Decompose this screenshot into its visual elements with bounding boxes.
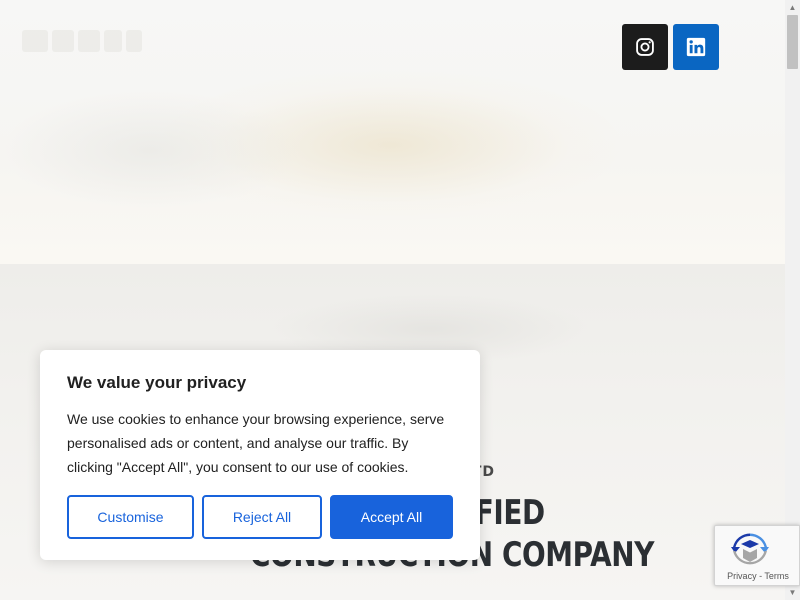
accept-all-button[interactable]: Accept All [330, 495, 453, 539]
customise-button[interactable]: Customise [67, 495, 194, 539]
instagram-icon [636, 38, 654, 56]
recaptcha-icon [731, 533, 769, 565]
linkedin-link[interactable] [673, 24, 719, 70]
scrollbar-thumb[interactable] [787, 15, 798, 69]
recaptcha-terms-link[interactable]: Terms [764, 571, 789, 581]
instagram-link[interactable] [622, 24, 668, 70]
reject-all-button[interactable]: Reject All [202, 495, 322, 539]
linkedin-icon [686, 37, 706, 57]
cookie-dialog-description: We use cookies to enhance your browsing … [67, 411, 445, 475]
hero-background-haze-left [0, 90, 300, 210]
site-logo[interactable] [22, 30, 142, 52]
scroll-up-arrow-icon[interactable]: ▲ [785, 0, 800, 15]
recaptcha-links: Privacy - Terms [715, 571, 800, 581]
page-scrollbar[interactable]: ▲ ▼ [785, 0, 800, 600]
cookie-consent-dialog: We value your privacy We use cookies to … [40, 350, 480, 560]
page: TD ALIFIED CONSTRUCTION COMPANY We value… [0, 0, 785, 600]
scroll-down-arrow-icon[interactable]: ▼ [785, 585, 800, 600]
cookie-dialog-title: We value your privacy [67, 373, 247, 392]
recaptcha-privacy-link[interactable]: Privacy [727, 571, 757, 581]
recaptcha-badge[interactable]: Privacy - Terms [714, 525, 800, 586]
hero-banner [0, 0, 785, 264]
